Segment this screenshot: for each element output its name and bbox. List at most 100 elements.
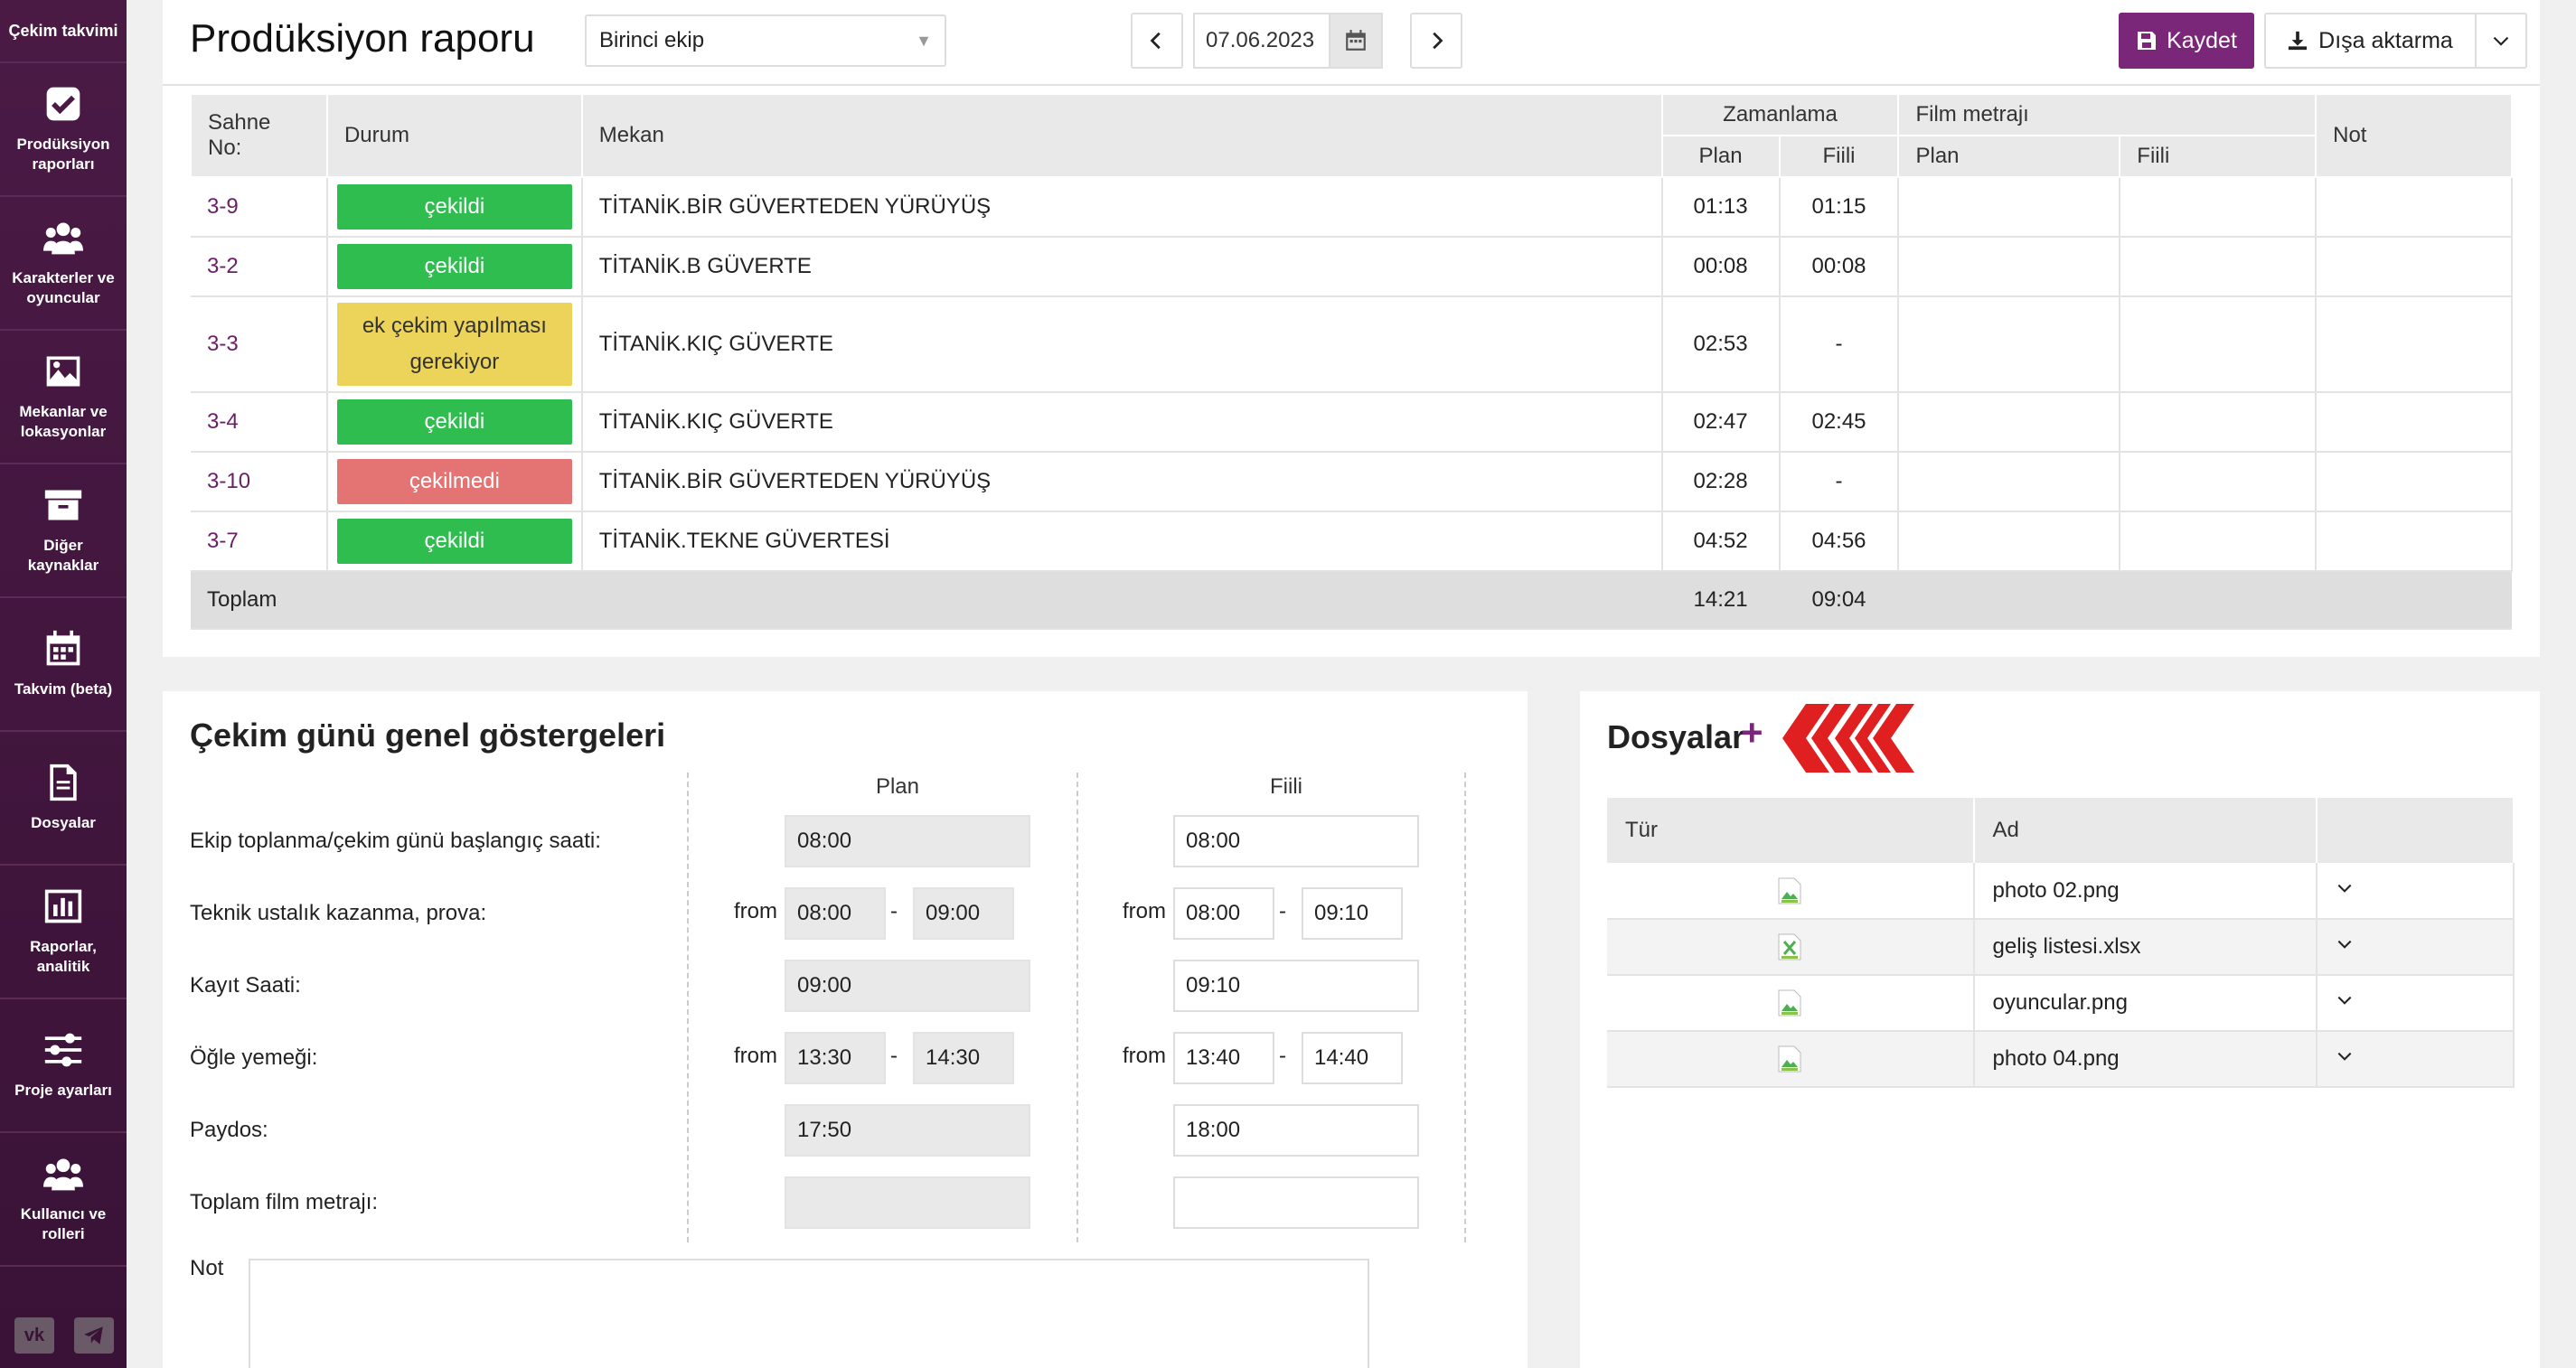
status-badge[interactable]: çekildi — [336, 399, 572, 445]
users-icon — [43, 1158, 83, 1191]
note-textarea[interactable] — [249, 1259, 1369, 1368]
file-name[interactable]: oyuncular.png — [1973, 975, 2318, 1032]
footage-plan-cell[interactable] — [1898, 511, 2121, 572]
scene-number-link[interactable]: 3-7 — [191, 511, 328, 572]
note-cell[interactable] — [2316, 177, 2513, 238]
archive-icon — [44, 490, 82, 520]
footage-plan-cell[interactable] — [1898, 237, 2121, 297]
status-badge[interactable]: çekildi — [336, 519, 572, 564]
sidebar-item-production-reports[interactable]: Prodüksiyon raporları — [0, 63, 127, 197]
file-row[interactable]: oyuncular.png — [1607, 975, 2515, 1032]
chevron-down-icon[interactable] — [2336, 991, 2354, 1009]
sidebar-item-users-roles[interactable]: Kullanıcı ve rolleri — [0, 1133, 127, 1267]
divider — [687, 773, 689, 1242]
prev-date-button[interactable] — [1131, 13, 1183, 69]
sidebar-item-shooting-calendar[interactable]: Çekim takvimi — [0, 0, 127, 63]
col-header-actions — [2317, 798, 2515, 863]
footage-plan-cell[interactable] — [1898, 392, 2121, 453]
sidebar-item-other-resources[interactable]: Diğer kaynaklar — [0, 464, 127, 598]
timing-plan: 01:13 — [1661, 177, 1781, 238]
status-badge[interactable]: çekildi — [336, 244, 572, 289]
footage-plan-cell[interactable] — [1898, 296, 2121, 393]
png-file-icon — [1778, 1045, 1801, 1073]
lunch-label: Öğle yemeği: — [190, 1045, 318, 1070]
save-button[interactable]: Kaydet — [2119, 13, 2254, 69]
footage-actual-cell[interactable] — [2120, 237, 2317, 297]
note-cell[interactable] — [2316, 511, 2513, 572]
image-icon — [46, 356, 80, 387]
footage-plan-cell[interactable] — [1898, 177, 2121, 238]
total-label: Toplam — [191, 571, 1662, 630]
total-footage-label: Toplam film metrajı: — [190, 1190, 379, 1214]
sidebar-item-files[interactable]: Dosyalar — [0, 732, 127, 866]
col-header-note: Not — [2315, 93, 2513, 178]
file-row[interactable]: photo 02.png — [1607, 863, 2515, 920]
sidebar-item-calendar[interactable]: Takvim (beta) — [0, 598, 127, 732]
file-row[interactable]: geliş listesi.xlsx — [1607, 919, 2515, 976]
status-badge[interactable]: çekildi — [336, 184, 572, 230]
lunch-actual-from[interactable]: 13:40 — [1173, 1032, 1274, 1084]
file-icon — [50, 764, 77, 801]
footage-actual-cell[interactable] — [2120, 452, 2317, 512]
shooting-day-indicators: Çekim günü genel göstergeleri Plan Fiili… — [163, 691, 1528, 1368]
sidebar-item-characters[interactable]: Karakterler ve oyuncular — [0, 197, 127, 331]
scene-number-link[interactable]: 3-3 — [191, 296, 328, 393]
files-table: Tür Ad photo 02.png geliş listesi.xlsx o… — [1607, 798, 2515, 1088]
note-cell[interactable] — [2316, 392, 2513, 453]
sliders-icon — [44, 1033, 82, 1067]
next-date-button[interactable] — [1410, 13, 1462, 69]
export-dropdown-toggle[interactable] — [2475, 13, 2527, 69]
footage-actual-cell[interactable] — [2120, 511, 2317, 572]
rehearsal-actual-from[interactable]: 08:00 — [1173, 887, 1274, 940]
col-header-status: Durum — [325, 93, 583, 178]
footage-actual-cell[interactable] — [2120, 296, 2317, 393]
xlsx-file-icon — [1778, 933, 1801, 960]
actual-column-header: Fiili — [1270, 774, 1302, 799]
calendar-button[interactable] — [1329, 13, 1383, 69]
wrap-label: Paydos: — [190, 1118, 268, 1142]
col-header-footage-plan: Plan — [1897, 135, 2121, 178]
lunch-actual-to[interactable]: 14:40 — [1302, 1032, 1403, 1084]
sidebar-item-locations[interactable]: Mekanlar ve lokasyonlar — [0, 331, 127, 464]
note-cell[interactable] — [2316, 452, 2513, 512]
png-file-icon — [1778, 989, 1801, 1017]
sidebar-item-project-settings[interactable]: Proje ayarları — [0, 999, 127, 1133]
file-name[interactable]: photo 02.png — [1973, 863, 2318, 920]
recording-actual-input[interactable]: 09:10 — [1173, 960, 1419, 1012]
team-select[interactable]: Birinci ekip ▼ — [585, 14, 946, 67]
file-row[interactable]: photo 04.png — [1607, 1031, 2515, 1088]
rehearsal-actual-to[interactable]: 09:10 — [1302, 887, 1403, 940]
vk-icon[interactable]: vk — [14, 1317, 54, 1354]
file-name[interactable]: geliş listesi.xlsx — [1973, 919, 2318, 976]
note-cell[interactable] — [2316, 296, 2513, 393]
scene-number-link[interactable]: 3-2 — [191, 237, 328, 297]
status-badge[interactable]: çekilmedi — [336, 459, 572, 504]
chevron-down-icon[interactable] — [2336, 879, 2354, 897]
sidebar: Çekim takvimi Prodüksiyon raporları Kara… — [0, 0, 127, 1368]
wrap-plan-field: 17:50 — [785, 1104, 1030, 1157]
rehearsal-plan-to: 09:00 — [913, 887, 1014, 940]
gathering-actual-input[interactable]: 08:00 — [1173, 815, 1419, 867]
files-card: Dosyalar + Tür Ad photo 02.png geliş lis… — [1580, 691, 2540, 1368]
sidebar-item-reports[interactable]: Raporlar, analitik — [0, 866, 127, 999]
scene-number-link[interactable]: 3-4 — [191, 392, 328, 453]
footage-actual-cell[interactable] — [2120, 392, 2317, 453]
export-button[interactable]: Dışa aktarma — [2264, 13, 2477, 69]
scene-number-link[interactable]: 3-10 — [191, 452, 328, 512]
note-cell[interactable] — [2316, 237, 2513, 297]
footage-actual-input[interactable] — [1173, 1176, 1419, 1229]
chevron-down-icon[interactable] — [2336, 1047, 2354, 1065]
add-file-button[interactable]: + — [1741, 711, 1763, 754]
rehearsal-plan-from: 08:00 — [785, 887, 886, 940]
sidebar-item-label: Kullanıcı ve rolleri — [20, 1205, 107, 1242]
wrap-actual-input[interactable]: 18:00 — [1173, 1104, 1419, 1157]
save-button-label: Kaydet — [2167, 27, 2237, 53]
file-name[interactable]: photo 04.png — [1973, 1031, 2318, 1088]
footage-plan-cell[interactable] — [1898, 452, 2121, 512]
status-badge[interactable]: ek çekim yapılması gerekiyor — [336, 303, 572, 386]
chevron-down-icon[interactable] — [2336, 935, 2354, 953]
footage-actual-cell[interactable] — [2120, 177, 2317, 238]
scene-number-link[interactable]: 3-9 — [191, 177, 328, 238]
from-label: from — [734, 1044, 777, 1068]
telegram-icon[interactable] — [74, 1317, 114, 1354]
